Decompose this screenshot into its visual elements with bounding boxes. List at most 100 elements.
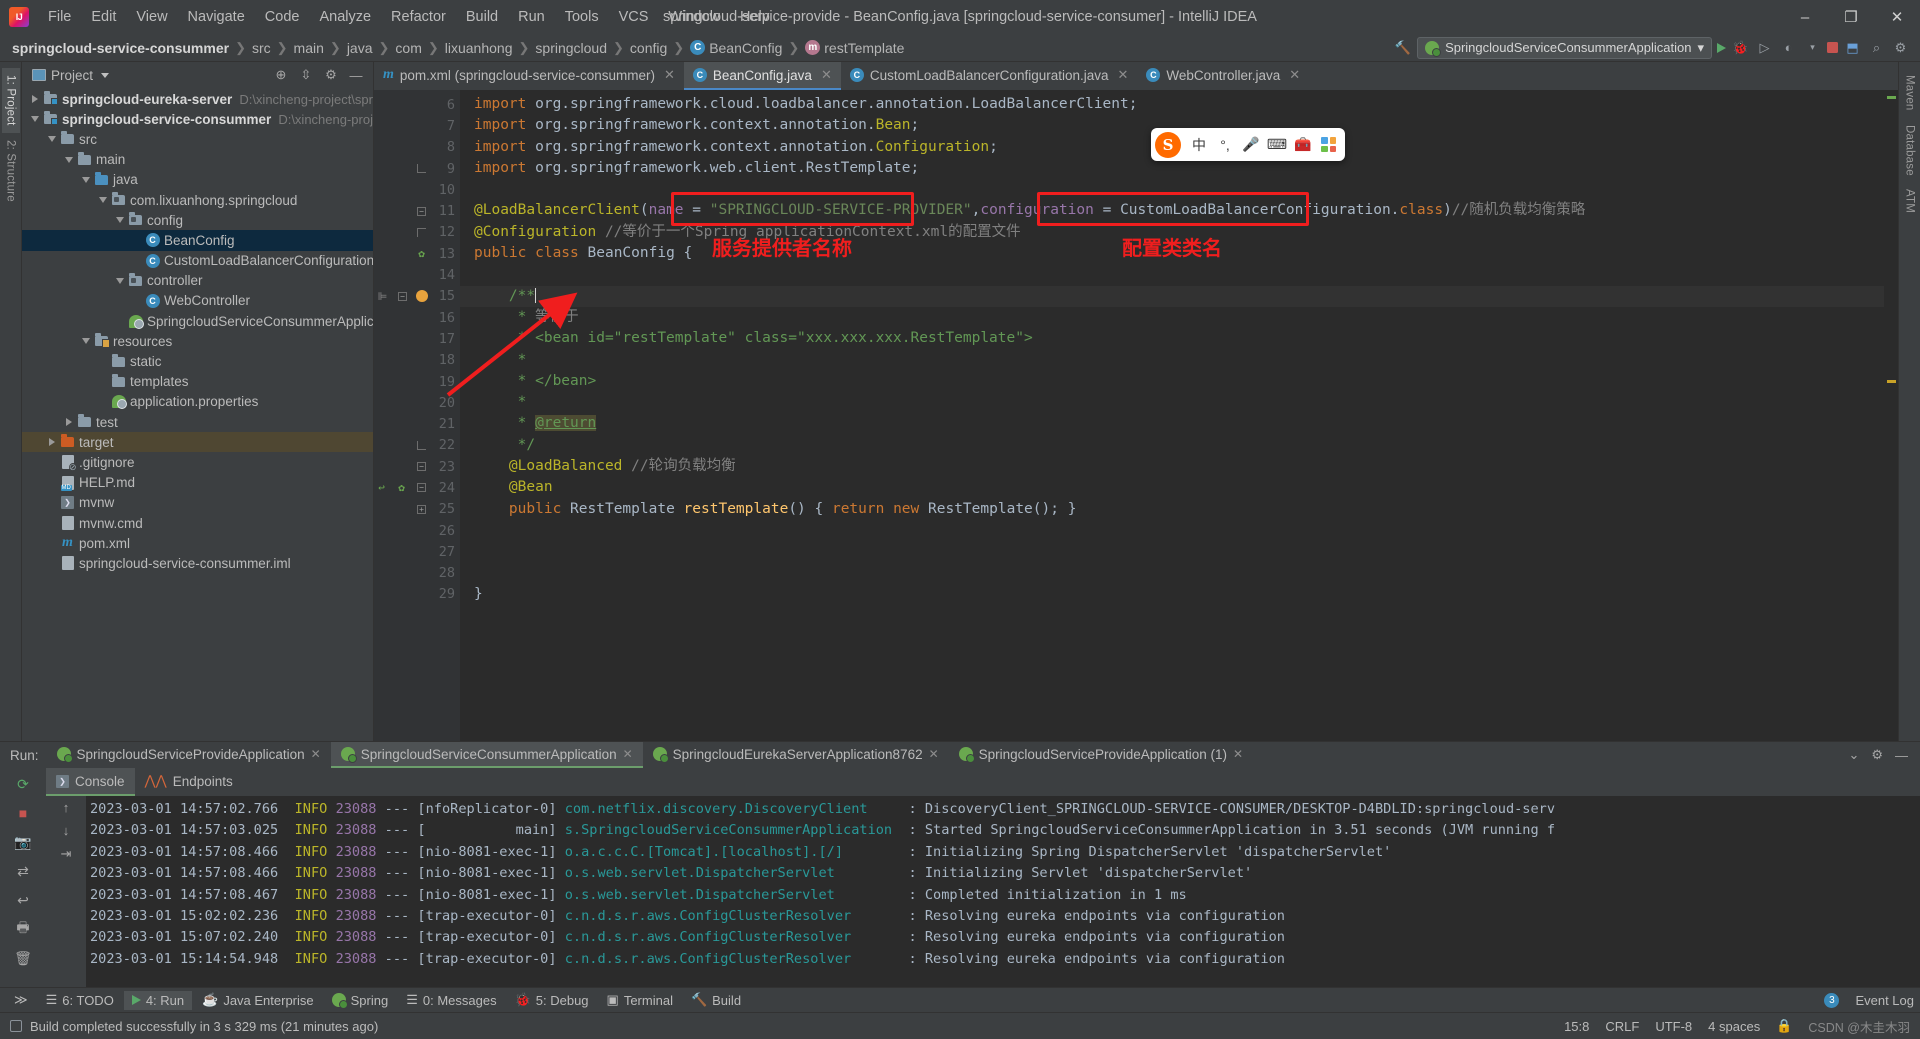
gutter-line-23[interactable]: −23 bbox=[374, 456, 460, 477]
code-editor[interactable]: 678910−1112✿1314⊫−1516171819202122−23↩✿−… bbox=[374, 90, 1898, 741]
delete-icon[interactable]: 🗑 bbox=[13, 948, 33, 968]
gutter-line-19[interactable]: 19 bbox=[374, 371, 460, 392]
collapse-arrow-icon[interactable] bbox=[96, 197, 110, 203]
breadcrumb-springcloud[interactable]: springcloud bbox=[535, 40, 607, 56]
console-scroll-actions[interactable]: ↑ ↓ ⇥ bbox=[46, 796, 86, 987]
soft-wrap-icon[interactable]: ⇥ bbox=[61, 846, 72, 862]
gutter-line-10[interactable]: 10 bbox=[374, 179, 460, 200]
chevron-down-icon[interactable]: ▾ bbox=[1697, 40, 1704, 56]
code-line-17[interactable]: * <bean id="restTemplate" class="xxx.xxx… bbox=[460, 328, 1884, 349]
import-fold-icon[interactable] bbox=[415, 164, 428, 173]
settings-gear-icon[interactable]: ⚙ bbox=[1891, 38, 1910, 57]
stop-icon[interactable]: ■ bbox=[13, 803, 33, 823]
editor-gutter[interactable]: 678910−1112✿1314⊫−1516171819202122−23↩✿−… bbox=[374, 90, 460, 741]
tree-item-main[interactable]: main bbox=[22, 150, 373, 170]
rerun-icon[interactable]: ⟳ bbox=[13, 774, 33, 794]
gutter-line-8[interactable]: 8 bbox=[374, 137, 460, 158]
console-tab-bar[interactable]: ❯ Console ⋀⋀ Endpoints bbox=[46, 768, 1920, 796]
tree-item-beanconfig[interactable]: CBeanConfig bbox=[22, 230, 373, 250]
menu-window[interactable]: Window bbox=[658, 5, 730, 29]
breadcrumb-config[interactable]: config bbox=[630, 40, 667, 56]
restart-icon[interactable]: ↩ bbox=[13, 890, 33, 910]
tree-item-templates[interactable]: templates bbox=[22, 372, 373, 392]
gutter-line-26[interactable]: 26 bbox=[374, 520, 460, 541]
lock-icon[interactable]: 🔒 bbox=[1776, 1018, 1792, 1034]
collapse-all-icon[interactable]: ⇳ bbox=[298, 67, 314, 83]
tree-item-help-md[interactable]: HELP.md bbox=[22, 473, 373, 493]
gear-icon[interactable]: ⚙ bbox=[1871, 747, 1883, 763]
code-line-27[interactable] bbox=[460, 541, 1884, 562]
menu-file[interactable]: File bbox=[38, 5, 81, 29]
stop-button[interactable] bbox=[1827, 42, 1838, 53]
keyboard-icon[interactable]: ⌨ bbox=[1269, 137, 1285, 153]
window-controls[interactable]: – ❐ ✕ bbox=[1782, 0, 1920, 34]
gutter-line-13[interactable]: ✿13 bbox=[374, 243, 460, 264]
tree-item-springcloud-eureka-server[interactable]: springcloud-eureka-serverD:\xincheng-pro… bbox=[22, 89, 373, 109]
breadcrumb-beanconfig[interactable]: BeanConfig bbox=[709, 40, 782, 56]
tree-item-target[interactable]: target bbox=[22, 432, 373, 452]
bottom-tab-java-enterprise[interactable]: ☕ Java Enterprise bbox=[194, 990, 322, 1010]
tree-item-static[interactable]: static bbox=[22, 351, 373, 371]
tab-console[interactable]: ❯ Console bbox=[46, 768, 135, 796]
run-configuration-selector[interactable]: SpringcloudServiceConsummerApplication ▾ bbox=[1417, 37, 1712, 59]
chevron-down-icon[interactable]: ▾ bbox=[1803, 38, 1822, 57]
code-line-25[interactable]: public RestTemplate restTemplate() { ret… bbox=[460, 499, 1884, 520]
expand-arrow-icon[interactable] bbox=[28, 95, 42, 103]
gear-icon[interactable]: ⚙ bbox=[323, 67, 339, 83]
bottom-tab-build[interactable]: 🔨 Build bbox=[683, 990, 749, 1010]
gutter-line-24[interactable]: ↩✿−24 bbox=[374, 477, 460, 498]
profiler-icon[interactable]: ◐ bbox=[1779, 38, 1798, 57]
build-hammer-icon[interactable]: 🔨 bbox=[1393, 38, 1412, 57]
run-tab-provide[interactable]: SpringcloudServiceProvideApplication ✕ bbox=[47, 742, 331, 768]
tab-pom-xml[interactable]: m pom.xml (springcloud-service-consummer… bbox=[374, 62, 684, 90]
gutter-line-25[interactable]: +25 bbox=[374, 499, 460, 520]
gutter-line-29[interactable]: 29 bbox=[374, 584, 460, 605]
menu-run[interactable]: Run bbox=[508, 5, 555, 29]
run-tab-eureka[interactable]: SpringcloudEurekaServerApplication8762 ✕ bbox=[643, 742, 949, 768]
tab-beanconfig-java[interactable]: C BeanConfig.java ✕ bbox=[684, 62, 841, 90]
sogou-ime-toolbar[interactable]: S 中 °, 🎤 ⌨ 🧰 bbox=[1151, 128, 1345, 161]
tree-item-java[interactable]: java bbox=[22, 170, 373, 190]
scroll-up-icon[interactable]: ↑ bbox=[63, 800, 70, 815]
tree-item-springcloud-service-consummer[interactable]: springcloud-service-consummerD:\xincheng… bbox=[22, 109, 373, 129]
menu-build[interactable]: Build bbox=[456, 5, 508, 29]
close-icon[interactable]: ✕ bbox=[929, 747, 939, 761]
fold-icon[interactable]: − bbox=[415, 483, 428, 492]
reformat-icon[interactable]: ⊫ bbox=[376, 290, 389, 303]
collapse-arrow-icon[interactable] bbox=[79, 177, 93, 183]
collapse-arrow-icon[interactable] bbox=[113, 217, 127, 223]
breadcrumb-lixuanhong[interactable]: lixuanhong bbox=[445, 40, 513, 56]
fold-icon[interactable]: − bbox=[396, 292, 409, 301]
editor-code[interactable]: import org.springframework.cloud.loadbal… bbox=[460, 90, 1884, 741]
close-icon[interactable]: ✕ bbox=[1233, 747, 1243, 761]
fold-icon[interactable]: − bbox=[415, 207, 428, 216]
app-grid-icon[interactable] bbox=[1321, 137, 1336, 152]
breadcrumb-src[interactable]: src bbox=[252, 40, 271, 56]
ime-mode-chinese[interactable]: 中 bbox=[1191, 137, 1207, 153]
tree-item-test[interactable]: test bbox=[22, 412, 373, 432]
code-line-9[interactable]: import org.springframework.web.client.Re… bbox=[460, 158, 1884, 179]
tree-item-application-properties[interactable]: application.properties bbox=[22, 392, 373, 412]
fold-icon[interactable]: − bbox=[415, 462, 428, 471]
bottom-tab-messages[interactable]: ☰ 0: Messages bbox=[398, 990, 504, 1010]
console-output[interactable]: 2023-03-01 14:57:02.766 INFO 23088 --- [… bbox=[86, 796, 1920, 987]
gutter-line-27[interactable]: 27 bbox=[374, 541, 460, 562]
bottom-tab-todo[interactable]: ☰ 6: TODO bbox=[38, 990, 122, 1010]
bottom-tab-spring[interactable]: Spring bbox=[324, 991, 397, 1010]
sidebar-item-structure[interactable]: 2: Structure bbox=[2, 133, 20, 209]
tree-item--gitignore[interactable]: .gitignore bbox=[22, 452, 373, 472]
tab-webcontroller-java[interactable]: C WebController.java ✕ bbox=[1137, 62, 1309, 90]
bottom-tool-bar[interactable]: ≫ ☰ 6: TODO 4: Run ☕ Java Enterprise Spr… bbox=[0, 987, 1920, 1012]
gutter-line-12[interactable]: 12 bbox=[374, 222, 460, 243]
ime-punctuation-icon[interactable]: °, bbox=[1217, 137, 1233, 153]
collapse-arrow-icon[interactable] bbox=[62, 157, 76, 163]
chevron-down-icon[interactable]: ⌄ bbox=[1848, 747, 1859, 763]
code-line-13[interactable]: public class BeanConfig { bbox=[460, 243, 1884, 264]
code-line-6[interactable]: import org.springframework.cloud.loadbal… bbox=[460, 94, 1884, 115]
sidebar-item-maven[interactable]: Maven bbox=[1901, 68, 1919, 118]
code-line-23[interactable]: @LoadBalanced //轮询负载均衡 bbox=[460, 456, 1884, 477]
tab-endpoints[interactable]: ⋀⋀ Endpoints bbox=[135, 768, 243, 796]
chevron-down-icon[interactable] bbox=[101, 73, 109, 78]
gutter-line-21[interactable]: 21 bbox=[374, 413, 460, 434]
search-everywhere-icon[interactable]: ⌕ bbox=[1867, 38, 1886, 57]
